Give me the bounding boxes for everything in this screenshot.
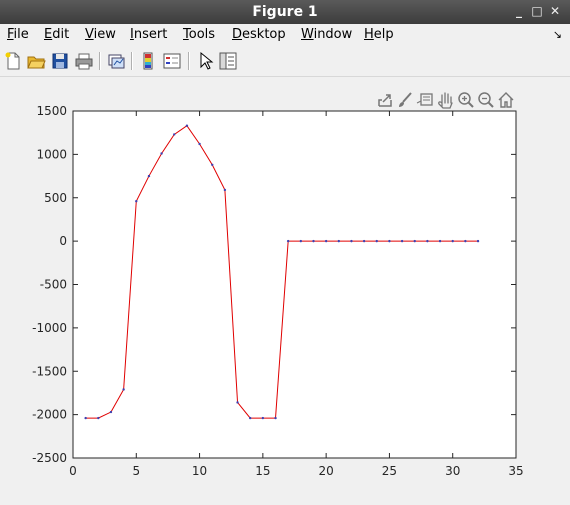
maximize-button[interactable]: □ bbox=[530, 4, 544, 18]
data-point bbox=[337, 239, 340, 243]
x-tick-label: 10 bbox=[192, 464, 207, 478]
toolbar-separator bbox=[99, 52, 101, 70]
data-point bbox=[426, 239, 429, 243]
data-point bbox=[451, 239, 454, 243]
data-point bbox=[312, 239, 315, 243]
x-tick-label: 30 bbox=[445, 464, 460, 478]
menu-desktop-mnemonic: D bbox=[232, 27, 243, 42]
y-tick-label: 1000 bbox=[36, 147, 67, 161]
y-tick-label: 1500 bbox=[36, 104, 67, 118]
menu-insert[interactable]: Insert bbox=[130, 27, 167, 42]
menu-edit-label: dit bbox=[52, 27, 70, 42]
title-bar: Figure 1 _ □ ✕ bbox=[0, 0, 570, 24]
open-file-icon[interactable] bbox=[26, 51, 46, 71]
data-point bbox=[185, 124, 189, 127]
link-plot-icon[interactable] bbox=[106, 51, 126, 71]
data-point bbox=[400, 239, 404, 243]
menu-edit-mnemonic: E bbox=[44, 27, 53, 42]
data-point bbox=[84, 416, 87, 420]
data-point bbox=[413, 239, 416, 243]
menu-file[interactable]: File bbox=[7, 27, 29, 42]
data-point bbox=[261, 416, 265, 420]
menu-window[interactable]: Window bbox=[301, 27, 352, 42]
series-line bbox=[85, 125, 479, 419]
close-button[interactable]: ✕ bbox=[548, 4, 562, 18]
y-tick-label: -2500 bbox=[32, 451, 67, 465]
menu-edit[interactable]: Edit bbox=[44, 27, 69, 42]
y-tick-label: -2000 bbox=[32, 408, 67, 422]
menu-window-mnemonic: W bbox=[301, 27, 314, 42]
x-tick-label: 5 bbox=[132, 464, 140, 478]
data-point bbox=[109, 410, 113, 414]
export-icon[interactable] bbox=[376, 91, 394, 109]
x-tick-label: 25 bbox=[382, 464, 397, 478]
zoom-out-icon[interactable] bbox=[477, 91, 495, 109]
data-point bbox=[286, 239, 290, 243]
menu-file-label: ile bbox=[13, 27, 29, 42]
print-icon[interactable] bbox=[74, 51, 94, 71]
data-point bbox=[274, 416, 277, 420]
toolbar-separator bbox=[131, 52, 133, 70]
x-tick-label: 20 bbox=[319, 464, 334, 478]
y-tick-label: 0 bbox=[59, 234, 67, 248]
minimize-button[interactable]: _ bbox=[512, 4, 526, 18]
menu-help-label: elp bbox=[373, 27, 394, 42]
menu-help[interactable]: Help bbox=[364, 27, 394, 42]
data-point bbox=[135, 200, 138, 203]
data-point bbox=[249, 416, 252, 420]
menu-tools[interactable]: Tools bbox=[183, 27, 215, 42]
data-point bbox=[388, 239, 391, 243]
data-point bbox=[350, 239, 353, 243]
toolbar-separator bbox=[188, 52, 190, 70]
menu-help-mnemonic: H bbox=[364, 27, 374, 42]
property-inspector-icon[interactable] bbox=[218, 51, 238, 71]
data-point bbox=[299, 239, 303, 243]
data-point bbox=[198, 142, 201, 146]
save-icon[interactable] bbox=[50, 51, 70, 71]
data-point bbox=[362, 239, 366, 243]
menu-desktop-label: esktop bbox=[242, 27, 286, 42]
data-point bbox=[97, 416, 100, 420]
plot-area bbox=[72, 110, 517, 459]
menu-window-label: indow bbox=[313, 27, 353, 42]
data-point bbox=[464, 239, 467, 243]
data-point bbox=[173, 133, 176, 136]
brush-icon[interactable] bbox=[396, 91, 414, 109]
window-title: Figure 1 bbox=[252, 4, 318, 20]
y-tick-label: 500 bbox=[44, 191, 67, 205]
data-point bbox=[147, 174, 151, 178]
insert-legend-icon[interactable] bbox=[162, 51, 182, 71]
menu-insert-label: nsert bbox=[133, 27, 168, 42]
edit-plot-icon[interactable] bbox=[195, 51, 215, 71]
zoom-in-icon[interactable] bbox=[457, 91, 475, 109]
menu-view-mnemonic: V bbox=[85, 27, 94, 42]
data-point bbox=[438, 239, 442, 243]
datatip-icon[interactable] bbox=[416, 91, 434, 109]
menu-tools-label: ools bbox=[188, 27, 216, 42]
x-tick-label: 35 bbox=[508, 464, 523, 478]
data-point bbox=[476, 239, 480, 243]
pan-icon[interactable] bbox=[437, 91, 455, 109]
data-point bbox=[236, 401, 239, 404]
new-figure-icon[interactable] bbox=[3, 51, 23, 71]
x-tick-label: 15 bbox=[255, 464, 270, 478]
data-point bbox=[375, 239, 378, 243]
insert-colorbar-icon[interactable] bbox=[138, 51, 158, 71]
y-tick-label: -1000 bbox=[32, 321, 67, 335]
data-point bbox=[324, 239, 328, 243]
figure-toolbar bbox=[0, 46, 570, 77]
data-point bbox=[211, 163, 214, 166]
menu-bar: File Edit View Insert Tools Desktop Wind… bbox=[0, 24, 570, 46]
data-point bbox=[223, 188, 227, 192]
y-tick-label: -1500 bbox=[32, 364, 67, 378]
y-tick-label: -500 bbox=[40, 278, 67, 292]
menu-desktop[interactable]: Desktop bbox=[232, 27, 286, 42]
home-icon[interactable] bbox=[497, 91, 515, 109]
menu-view[interactable]: View bbox=[85, 27, 116, 42]
data-point bbox=[122, 388, 125, 391]
menu-view-label: iew bbox=[93, 27, 116, 42]
data-point bbox=[160, 152, 163, 155]
undock-arrow-icon[interactable]: ↘ bbox=[553, 28, 562, 41]
x-tick-label: 0 bbox=[69, 464, 77, 478]
